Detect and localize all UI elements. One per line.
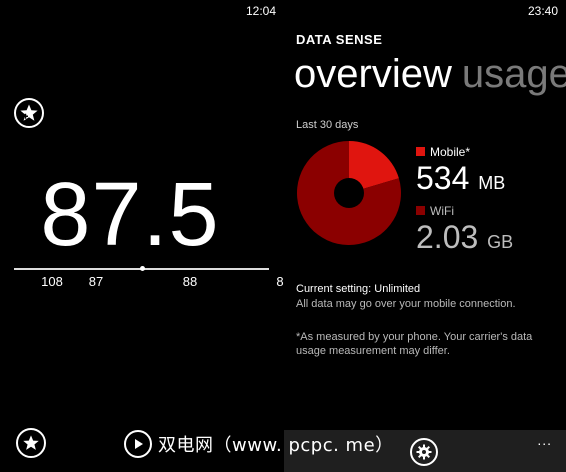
footnote: *As measured by your phone. Your carrier… <box>296 331 533 357</box>
legend-label: WiFi <box>430 204 454 218</box>
usage-unit: GB <box>487 232 514 252</box>
app-title: DATA SENSE <box>296 32 383 47</box>
data-sense-screen: 23:40 DATA SENSE overview usage Last 30 d… <box>284 0 566 472</box>
add-favorite-button[interactable] <box>14 98 44 128</box>
tuner-tick: 87 <box>88 274 104 289</box>
tuner-tick: 88 <box>182 274 198 289</box>
favorites-button[interactable] <box>16 428 46 458</box>
wifi-usage-amount: 2.03 GB <box>416 220 513 259</box>
pivot-header: overview usage <box>294 50 566 98</box>
play-icon <box>135 439 143 449</box>
pivot-item-overview[interactable]: overview <box>294 52 452 96</box>
legend-wifi: WiFi 2.03 GB <box>416 202 513 259</box>
add-favorite-star-icon <box>20 104 38 121</box>
tuner-indicator <box>140 266 145 271</box>
tuner-tick: 108 <box>41 274 63 289</box>
more-options-button[interactable]: ... <box>537 432 552 448</box>
donut-hole <box>334 178 364 208</box>
current-setting[interactable]: Current setting: Unlimited <box>296 283 420 295</box>
usage-value: 2.03 <box>416 219 479 255</box>
status-time: 23:40 <box>527 4 558 18</box>
screenshot-composite: 12:04 87.5 108 87 88 8 23:40 DATA SENSE … <box>0 0 566 472</box>
usage-unit: MB <box>478 173 506 193</box>
pivot-item-usage[interactable]: usage <box>462 52 566 96</box>
settings-gear-icon <box>416 444 432 460</box>
favorites-star-icon <box>23 435 39 450</box>
watermark-text: 双电网（www. pcpc. me） <box>158 435 394 456</box>
usage-value: 534 <box>416 160 470 196</box>
tuner-tick: 8 <box>276 274 284 289</box>
usage-donut-chart <box>297 141 401 245</box>
legend-swatch-wifi <box>416 206 425 215</box>
fm-radio-screen: 12:04 87.5 108 87 88 8 <box>0 0 284 472</box>
frequency-display: 87.5 <box>40 165 220 265</box>
legend-mobile: Mobile* 534 MB <box>416 143 505 200</box>
legend-label: Mobile* <box>430 145 471 159</box>
legend-swatch-mobile <box>416 147 425 156</box>
period-label: Last 30 days <box>296 119 359 131</box>
play-button[interactable] <box>124 430 152 458</box>
setting-note: All data may go over your mobile connect… <box>296 298 516 310</box>
mobile-usage-amount: 534 MB <box>416 161 505 200</box>
settings-button[interactable] <box>410 438 438 466</box>
watermark: 双电网（www. pcpc. me） <box>124 430 394 458</box>
status-time: 12:04 <box>245 4 276 18</box>
